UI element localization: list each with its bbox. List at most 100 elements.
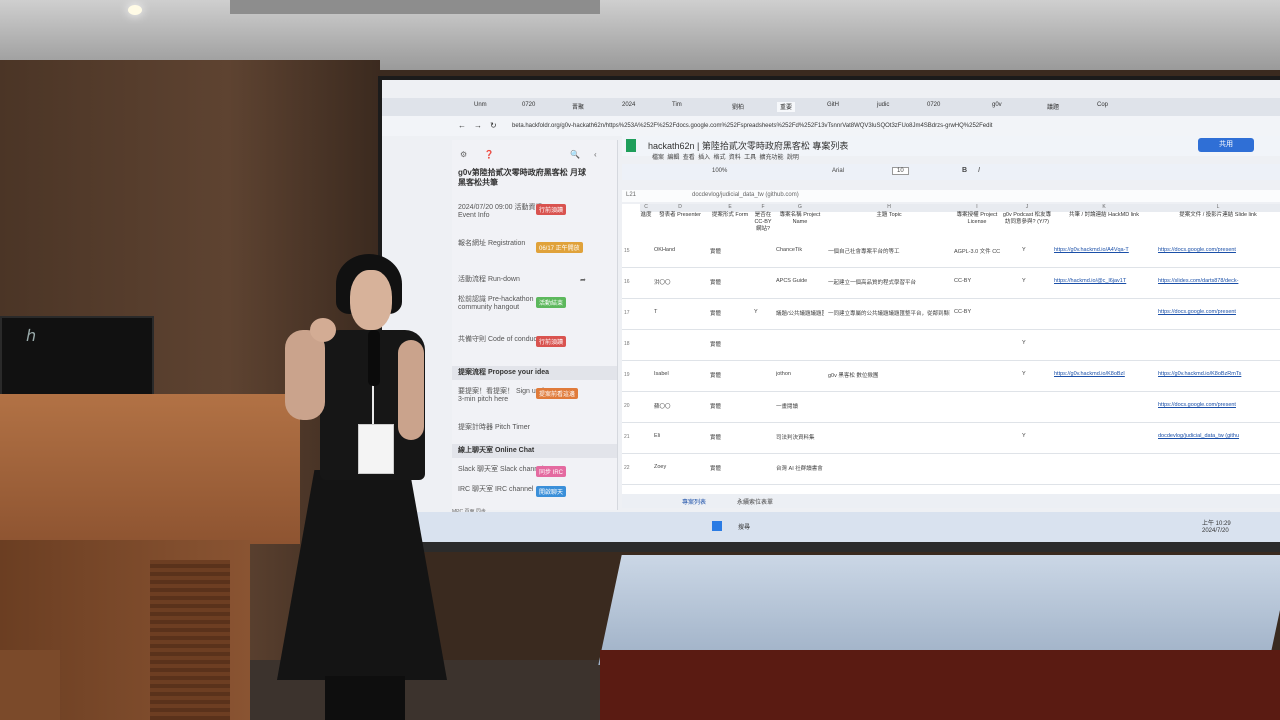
cell-podcast[interactable]: Y	[1022, 371, 1042, 377]
cell-name[interactable]: 一畫閱讀	[776, 402, 824, 410]
cell-topic[interactable]: 一個自己社會專案平台的等工	[828, 247, 950, 255]
row-number[interactable]: 20	[624, 403, 630, 409]
menu-format[interactable]: 格式	[713, 155, 725, 161]
cell-presenter[interactable]: Zoey	[654, 464, 706, 470]
formula-text[interactable]: docdevlog/judicial_data_tw (github.com)	[692, 192, 799, 198]
table-row[interactable]: 22 Zoey 實體 台灣 AI 社群讀書會	[622, 453, 1280, 485]
cell-form[interactable]: 實體	[710, 278, 750, 286]
cell-presenter[interactable]: Eli	[654, 433, 706, 439]
italic-icon[interactable]: I	[978, 167, 980, 174]
cell-form[interactable]: 實體	[710, 247, 750, 255]
row-number[interactable]: 17	[624, 310, 630, 316]
cell-topic[interactable]: 一起建立一個高品質的程式學習平台	[828, 278, 950, 286]
cell-presenter[interactable]: OKHand	[654, 247, 706, 253]
cell-name[interactable]: APCS Guide	[776, 278, 824, 284]
browser-tab[interactable]: 0720	[927, 102, 940, 112]
cell-name[interactable]: jothon	[776, 371, 824, 377]
row-number[interactable]: 16	[624, 279, 630, 285]
cell-license[interactable]: CC-BY	[954, 278, 1000, 284]
cell-presenter[interactable]: Isabel	[654, 371, 706, 377]
menu-tools[interactable]: 工具	[744, 155, 756, 161]
share-button[interactable]: 共用	[1198, 138, 1254, 152]
taskbar-search[interactable]: 搜尋	[738, 522, 750, 531]
browser-tab[interactable]: 劉柏	[732, 102, 744, 112]
row-number[interactable]: 19	[624, 372, 630, 378]
column-header[interactable]: E	[708, 204, 753, 212]
settings-icon[interactable]: ⚙	[460, 150, 467, 159]
table-row[interactable]: 20 蘇〇〇 實體 一畫閱讀 https://docs.google.com/prese…	[622, 391, 1280, 423]
cell-form[interactable]: 實體	[710, 309, 750, 317]
cell-cc[interactable]: Y	[754, 309, 772, 315]
cell-podcast[interactable]: Y	[1022, 247, 1042, 253]
cell-hackmd[interactable]: https://hackmd.io/@c_l6jav1T	[1054, 278, 1154, 284]
column-header[interactable]: D	[652, 204, 709, 212]
windows-start-icon[interactable]	[712, 521, 722, 531]
sidebar-item-rundown[interactable]: 活動流程 Run-down	[458, 276, 558, 284]
sheet-tab-active[interactable]: 專案列表	[682, 497, 706, 506]
cell-podcast[interactable]: Y	[1022, 278, 1042, 284]
table-row[interactable]: 19 Isabel 實體 jothon g0v 黑客松 數位揪團 Yhttps://g0v…	[622, 360, 1280, 392]
browser-tab[interactable]: GitH	[827, 102, 839, 112]
cell-slide[interactable]: docdevlog/judicial_data_tw (githu	[1158, 433, 1278, 439]
column-header[interactable]: L	[1156, 204, 1280, 212]
cell-form[interactable]: 實體	[710, 402, 750, 410]
address-bar[interactable]: ← → ↻ beta.hackfoldr.org/g0v-hackath62n/…	[382, 116, 1280, 136]
menu-help[interactable]: 說明	[787, 155, 799, 161]
font-size-input[interactable]: 10	[892, 167, 909, 175]
cell-form[interactable]: 實體	[710, 340, 750, 348]
table-row[interactable]: 18 實體 Y	[622, 329, 1280, 361]
cell-topic[interactable]: 一同建立專屬的公共議題議題匯整平台，從鄰到縣到國到社會共識！	[828, 309, 950, 317]
cell-slide[interactable]: https://slides.com/darts878/deck-	[1158, 278, 1278, 284]
cell-name[interactable]: 議題/公共議題議題匯整平台	[776, 309, 824, 317]
cell-form[interactable]: 實體	[710, 371, 750, 379]
browser-tab[interactable]: judic	[877, 102, 889, 112]
table-row[interactable]: 17 T 實體 Y 議題/公共議題議題匯整平台一同建立專屬的公共議題議題匯整平台，從鄰到…	[622, 298, 1280, 330]
column-header[interactable]: J	[1002, 204, 1053, 212]
browser-tab[interactable]: g0v	[992, 102, 1002, 112]
share-icon[interactable]: ➦	[580, 276, 586, 284]
browser-tab[interactable]: Unm	[474, 102, 487, 112]
table-row[interactable]: 15 OKHand 實體 ChanceTik 一個自己社會專案平台的等工 AGPL-3.0…	[622, 236, 1280, 268]
cell-form[interactable]: 實體	[710, 433, 750, 441]
back-icon[interactable]: ←	[458, 121, 466, 130]
cell-license[interactable]: CC-BY	[954, 309, 1000, 315]
cell-hackmd[interactable]: https://g0v.hackmd.io/K8oBzI	[1054, 371, 1154, 377]
spreadsheet-grid[interactable]: C D E F G H I J K L 進度 發表者 Presenter 提案形…	[622, 204, 1280, 494]
search-icon[interactable]: 🔍	[570, 150, 580, 159]
menu-view[interactable]: 查看	[683, 155, 695, 161]
sheet-tab[interactable]: 永續索位表單	[737, 497, 773, 506]
cell-reference[interactable]: L21	[626, 192, 636, 198]
collapse-icon[interactable]: ‹	[594, 150, 597, 159]
browser-tab[interactable]: 2024	[622, 102, 635, 112]
menu-data[interactable]: 資料	[729, 155, 741, 161]
table-row[interactable]: 21 Eli 實體 司法判決資料集 Ydocdevlog/judicial_data_t…	[622, 422, 1280, 454]
cell-name[interactable]: ChanceTik	[776, 247, 824, 253]
column-header[interactable]: K	[1052, 204, 1157, 212]
column-header[interactable]: I	[952, 204, 1003, 212]
browser-tab-active[interactable]: 重要	[777, 102, 796, 112]
table-row[interactable]: 16 洪〇〇 實體 APCS Guide 一起建立一個高品質的程式學習平台 CC-BY Yh…	[622, 267, 1280, 299]
cell-slide[interactable]: https://docs.google.com/present	[1158, 402, 1278, 408]
reload-icon[interactable]: ↻	[490, 121, 497, 130]
cell-hackmd[interactable]: https://g0v.hackmd.io/A4Vqa-T	[1054, 247, 1154, 253]
cell-topic[interactable]: g0v 黑客松 數位揪團	[828, 371, 950, 379]
cell-podcast[interactable]: Y	[1022, 340, 1042, 346]
formula-bar[interactable]: L21 docdevlog/judicial_data_tw (github.c…	[622, 190, 1280, 202]
url-text[interactable]: beta.hackfoldr.org/g0v-hackath62n/https%…	[512, 123, 992, 129]
row-number[interactable]: 15	[624, 248, 630, 254]
bold-icon[interactable]: B	[962, 167, 967, 174]
browser-tab[interactable]: 0720	[522, 102, 535, 112]
menu-file[interactable]: 檔案	[652, 155, 664, 161]
cell-presenter[interactable]: 洪〇〇	[654, 278, 706, 286]
cell-name[interactable]: 台灣 AI 社群讀書會	[776, 464, 824, 472]
browser-tab[interactable]: Tim	[672, 102, 682, 112]
cell-form[interactable]: 實體	[710, 464, 750, 472]
cell-presenter[interactable]: 蘇〇〇	[654, 402, 706, 410]
column-header[interactable]: H	[826, 204, 953, 212]
forward-icon[interactable]: →	[474, 121, 482, 130]
cell-slide[interactable]: https://docs.google.com/present	[1158, 309, 1278, 315]
browser-tab[interactable]: Cop	[1097, 102, 1108, 112]
browser-tab[interactable]: 晋聚	[572, 102, 584, 112]
menu-insert[interactable]: 插入	[698, 155, 710, 161]
help-icon[interactable]: ❓	[484, 150, 494, 159]
